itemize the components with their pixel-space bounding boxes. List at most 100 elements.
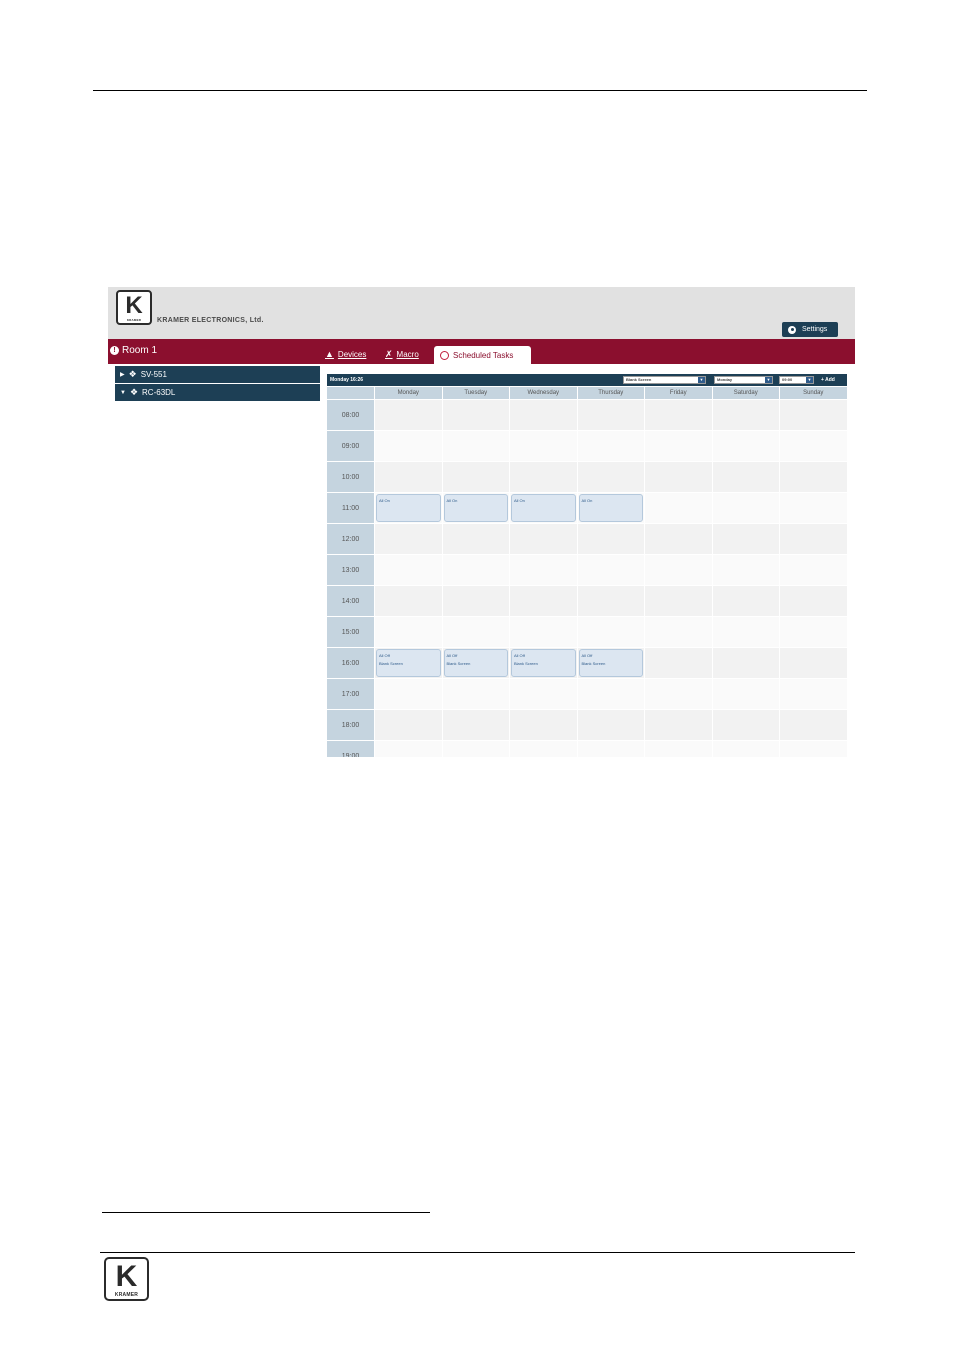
scheduled-task[interactable]: All Off Blank Screen	[578, 649, 643, 677]
schedule-cell[interactable]	[779, 709, 847, 740]
schedule-cell[interactable]	[374, 399, 442, 430]
schedule-cell[interactable]	[509, 523, 577, 554]
schedule-cell[interactable]	[644, 399, 712, 430]
schedule-cell[interactable]	[711, 709, 779, 740]
scheduled-task[interactable]: All Off Blank Screen	[376, 649, 441, 677]
schedule-cell[interactable]: All Off Blank Screen	[441, 647, 509, 678]
scheduled-task[interactable]: All Off Blank Screen	[511, 649, 576, 677]
schedule-cell[interactable]	[441, 709, 509, 740]
scheduled-task[interactable]: All On	[376, 494, 441, 522]
schedule-cell[interactable]	[509, 554, 577, 585]
schedule-cell[interactable]	[509, 430, 577, 461]
schedule-cell[interactable]	[711, 585, 779, 616]
schedule-cell[interactable]	[711, 523, 779, 554]
schedule-cell[interactable]	[779, 523, 847, 554]
settings-button[interactable]: Settings	[782, 322, 838, 337]
schedule-cell[interactable]	[576, 523, 644, 554]
tab-scheduled-tasks[interactable]: Scheduled Tasks	[434, 346, 531, 364]
schedule-cell[interactable]: All Off Blank Screen	[509, 647, 577, 678]
add-button[interactable]: + Add	[821, 377, 835, 383]
schedule-cell[interactable]	[711, 430, 779, 461]
schedule-cell[interactable]	[779, 678, 847, 709]
schedule-cell[interactable]	[374, 616, 442, 647]
schedule-cell[interactable]	[644, 585, 712, 616]
schedule-cell[interactable]	[644, 430, 712, 461]
tab-devices[interactable]: ▲ Devices	[325, 349, 366, 359]
schedule-cell[interactable]	[711, 461, 779, 492]
schedule-cell[interactable]	[374, 461, 442, 492]
schedule-cell[interactable]	[644, 740, 712, 757]
scheduled-task[interactable]: All On	[443, 494, 508, 522]
schedule-cell[interactable]	[779, 554, 847, 585]
schedule-cell[interactable]	[374, 709, 442, 740]
schedule-cell[interactable]	[711, 678, 779, 709]
schedule-cell[interactable]	[779, 647, 847, 678]
schedule-cell[interactable]	[711, 399, 779, 430]
schedule-cell[interactable]	[374, 554, 442, 585]
schedule-cell[interactable]	[509, 740, 577, 757]
expand-arrow-icon[interactable]: ▶	[120, 371, 125, 378]
schedule-cell[interactable]: All Off Blank Screen	[576, 647, 644, 678]
schedule-cell[interactable]	[441, 678, 509, 709]
schedule-cell[interactable]	[441, 585, 509, 616]
schedule-cell[interactable]	[644, 709, 712, 740]
schedule-cell[interactable]	[441, 399, 509, 430]
device-item[interactable]: ▶ ❖ SV-551	[115, 366, 320, 383]
schedule-cell[interactable]	[441, 461, 509, 492]
schedule-cell[interactable]	[576, 678, 644, 709]
schedule-cell[interactable]	[644, 492, 712, 523]
schedule-cell[interactable]	[509, 585, 577, 616]
schedule-cell[interactable]	[441, 740, 509, 757]
schedule-cell[interactable]	[374, 678, 442, 709]
schedule-cell[interactable]	[576, 461, 644, 492]
schedule-cell[interactable]	[644, 461, 712, 492]
schedule-cell[interactable]	[509, 709, 577, 740]
device-item[interactable]: ▼ ❖ RC-63DL	[115, 384, 320, 401]
schedule-cell[interactable]	[576, 554, 644, 585]
schedule-cell[interactable]	[779, 430, 847, 461]
schedule-cell[interactable]	[779, 492, 847, 523]
schedule-cell[interactable]: All On	[374, 492, 442, 523]
schedule-cell[interactable]: All On	[441, 492, 509, 523]
schedule-cell[interactable]	[644, 554, 712, 585]
schedule-cell[interactable]	[644, 647, 712, 678]
schedule-cell[interactable]	[779, 399, 847, 430]
scheduled-task[interactable]: All On	[578, 494, 643, 522]
schedule-cell[interactable]	[711, 740, 779, 757]
schedule-cell[interactable]	[779, 585, 847, 616]
schedule-cell[interactable]	[576, 616, 644, 647]
schedule-cell[interactable]	[711, 554, 779, 585]
schedule-cell[interactable]	[374, 430, 442, 461]
task-select[interactable]: Blank Screen ▼	[623, 376, 706, 384]
schedule-cell[interactable]	[644, 523, 712, 554]
schedule-cell[interactable]	[374, 585, 442, 616]
schedule-cell[interactable]	[711, 616, 779, 647]
schedule-cell[interactable]	[509, 616, 577, 647]
schedule-cell[interactable]	[441, 616, 509, 647]
schedule-cell[interactable]	[441, 554, 509, 585]
schedule-cell[interactable]	[509, 461, 577, 492]
scheduled-task[interactable]: All Off Blank Screen	[443, 649, 508, 677]
schedule-cell[interactable]	[441, 430, 509, 461]
room-title[interactable]: ! Room 1	[110, 345, 157, 356]
schedule-cell[interactable]	[779, 616, 847, 647]
schedule-cell[interactable]	[779, 740, 847, 757]
schedule-cell[interactable]	[374, 740, 442, 757]
schedule-cell[interactable]	[644, 616, 712, 647]
scheduled-task[interactable]: All On	[511, 494, 576, 522]
collapse-arrow-icon[interactable]: ▼	[120, 390, 126, 396]
schedule-cell[interactable]	[711, 492, 779, 523]
schedule-cell[interactable]: All On	[576, 492, 644, 523]
schedule-cell[interactable]	[576, 399, 644, 430]
schedule-cell[interactable]	[374, 523, 442, 554]
schedule-cell[interactable]: All On	[509, 492, 577, 523]
tab-macro[interactable]: ✗ Macro	[385, 349, 419, 360]
schedule-cell[interactable]	[779, 461, 847, 492]
time-select[interactable]: 09:00 ▼	[779, 376, 814, 384]
schedule-cell[interactable]	[441, 523, 509, 554]
schedule-cell[interactable]: All Off Blank Screen	[374, 647, 442, 678]
schedule-cell[interactable]	[576, 430, 644, 461]
schedule-cell[interactable]	[576, 709, 644, 740]
schedule-cell[interactable]	[509, 399, 577, 430]
schedule-cell[interactable]	[711, 647, 779, 678]
